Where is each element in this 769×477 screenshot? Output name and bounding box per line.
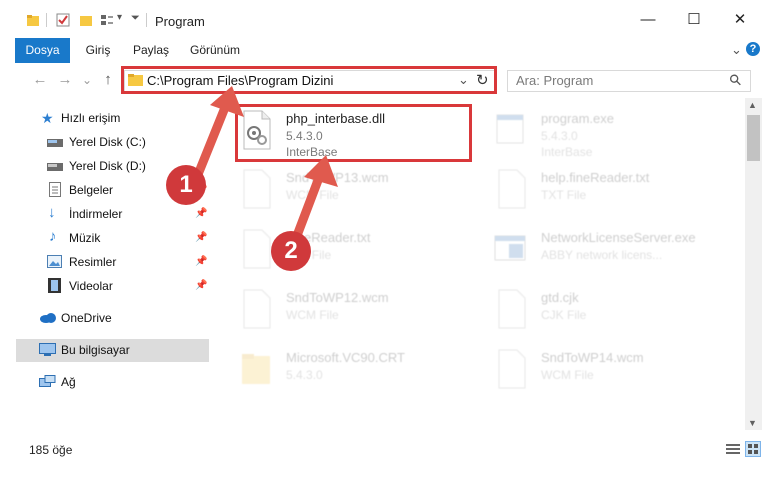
item-count: 185 öğe	[29, 443, 73, 457]
large-icons-view-icon[interactable]	[745, 441, 761, 457]
status-bar	[0, 438, 769, 464]
annotation-arrows	[194, 86, 338, 238]
scrollbar-thumb[interactable]	[747, 115, 760, 161]
details-view-icon[interactable]	[726, 443, 740, 458]
step-badge-2: 2	[271, 231, 311, 271]
scroll-down-icon[interactable]: ▼	[748, 418, 757, 428]
arrow-to-file	[293, 155, 338, 238]
scroll-up-icon[interactable]: ▲	[748, 100, 757, 110]
step-badge-1: 1	[166, 165, 206, 205]
arrow-to-address	[194, 86, 244, 177]
